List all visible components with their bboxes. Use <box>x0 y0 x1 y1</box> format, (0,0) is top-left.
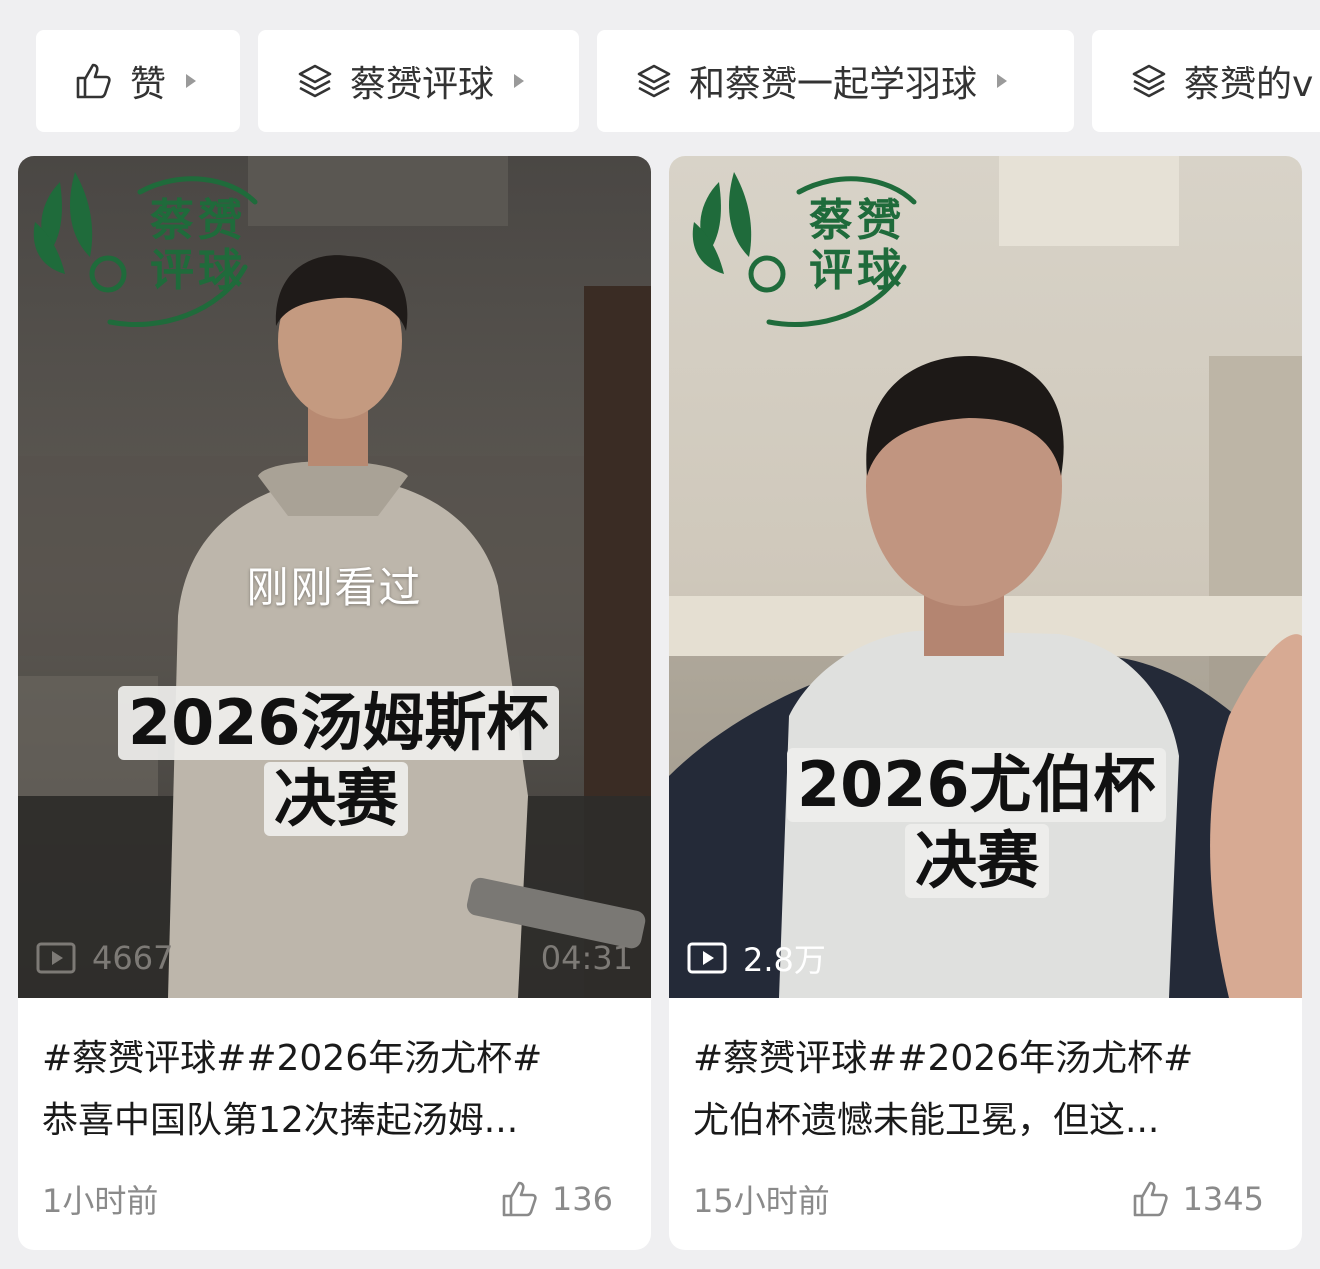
like-count: 136 <box>551 1180 613 1218</box>
layers-icon <box>637 64 671 98</box>
caption-line-2: 决赛 <box>915 824 1040 897</box>
video-cover-caption-2: 决赛 <box>905 824 1050 898</box>
layers-icon <box>1132 64 1166 98</box>
thumb-up-icon <box>1133 1181 1168 1217</box>
view-count: 2.8万 <box>743 941 826 979</box>
chip-label: 赞 <box>130 64 167 105</box>
post-time: 15小时前 <box>693 1182 830 1220</box>
recently-watched-label: 刚刚看过 <box>246 563 423 612</box>
title-line-1: #蔡赟评球##2026年汤尤杯# <box>693 1038 1194 1079</box>
video-stats-overlay: 4667 04:31 <box>18 918 651 998</box>
video-title[interactable]: #蔡赟评球##2026年汤尤杯# 尤伯杯遗憾未能卫冕，但这... <box>693 1028 1283 1152</box>
like-button[interactable]: 1345 <box>1131 1179 1264 1219</box>
like-count: 1345 <box>1182 1180 1264 1218</box>
video-card[interactable]: 蔡赟评球 2026尤伯杯 决赛 2.8万 #蔡赟评球##2026年汤尤杯# 尤伯… <box>669 156 1302 1250</box>
video-cover-caption: 2026尤伯杯 <box>787 748 1166 822</box>
layers-icon <box>298 64 332 98</box>
video-cover-caption: 2026汤姆斯杯 <box>118 686 559 760</box>
caption-line-1: 2026尤伯杯 <box>797 748 1156 821</box>
logo-text: 蔡赟评球 <box>150 195 246 296</box>
chip-collection-caiyun-v[interactable]: 蔡赟的v <box>1092 30 1320 132</box>
chip-collection-learn-badminton[interactable]: 和蔡赟一起学羽球 <box>597 30 1074 132</box>
caption-line-1: 2026汤姆斯杯 <box>128 686 549 759</box>
chip-label: 蔡赟的v <box>1184 64 1314 105</box>
play-count-icon <box>687 942 727 974</box>
like-button[interactable]: 136 <box>500 1179 613 1219</box>
chip-collection-caiyun-review[interactable]: 蔡赟评球 <box>258 30 579 132</box>
video-list-page: 赞 蔡赟评球 和蔡赟一起学羽球 蔡赟的v 蔡赟评球 刚刚看过 2026汤姆斯杯 … <box>0 0 1320 1269</box>
caret-right-icon <box>514 74 525 88</box>
logo-text: 蔡赟评球 <box>809 195 905 296</box>
chip-label: 蔡赟评球 <box>350 64 495 105</box>
caret-right-icon <box>186 74 197 88</box>
title-line-1: #蔡赟评球##2026年汤尤杯# <box>42 1038 543 1079</box>
title-line-2: 尤伯杯遗憾未能卫冕，但这... <box>693 1100 1160 1141</box>
video-thumbnail[interactable]: 蔡赟评球 刚刚看过 2026汤姆斯杯 决赛 4667 04:31 <box>18 156 651 998</box>
video-meta: 15小时前 1345 <box>693 1174 1264 1224</box>
chip-label: 和蔡赟一起学羽球 <box>689 64 978 105</box>
channel-logo: 蔡赟评球 <box>30 162 270 337</box>
chip-likes[interactable]: 赞 <box>36 30 240 132</box>
video-stats-overlay: 2.8万 <box>669 918 1302 998</box>
thumb-up-icon <box>76 63 111 99</box>
caption-line-2: 决赛 <box>274 762 399 835</box>
play-count-icon <box>36 942 76 974</box>
video-title[interactable]: #蔡赟评球##2026年汤尤杯# 恭喜中国队第12次捧起汤姆... <box>42 1028 632 1152</box>
view-count: 4667 <box>92 939 174 977</box>
caret-right-icon <box>997 74 1008 88</box>
video-cover-caption-2: 决赛 <box>264 762 409 836</box>
post-time: 1小时前 <box>42 1182 159 1220</box>
filter-chip-bar: 赞 蔡赟评球 和蔡赟一起学羽球 蔡赟的v <box>0 0 1320 150</box>
channel-logo: 蔡赟评球 <box>689 162 929 337</box>
video-card[interactable]: 蔡赟评球 刚刚看过 2026汤姆斯杯 决赛 4667 04:31 #蔡赟评球##… <box>18 156 651 1250</box>
title-line-2: 恭喜中国队第12次捧起汤姆... <box>42 1100 519 1141</box>
video-meta: 1小时前 136 <box>42 1174 613 1224</box>
video-duration: 04:31 <box>540 939 633 977</box>
thumb-up-icon <box>502 1181 537 1217</box>
video-thumbnail[interactable]: 蔡赟评球 2026尤伯杯 决赛 2.8万 <box>669 156 1302 998</box>
